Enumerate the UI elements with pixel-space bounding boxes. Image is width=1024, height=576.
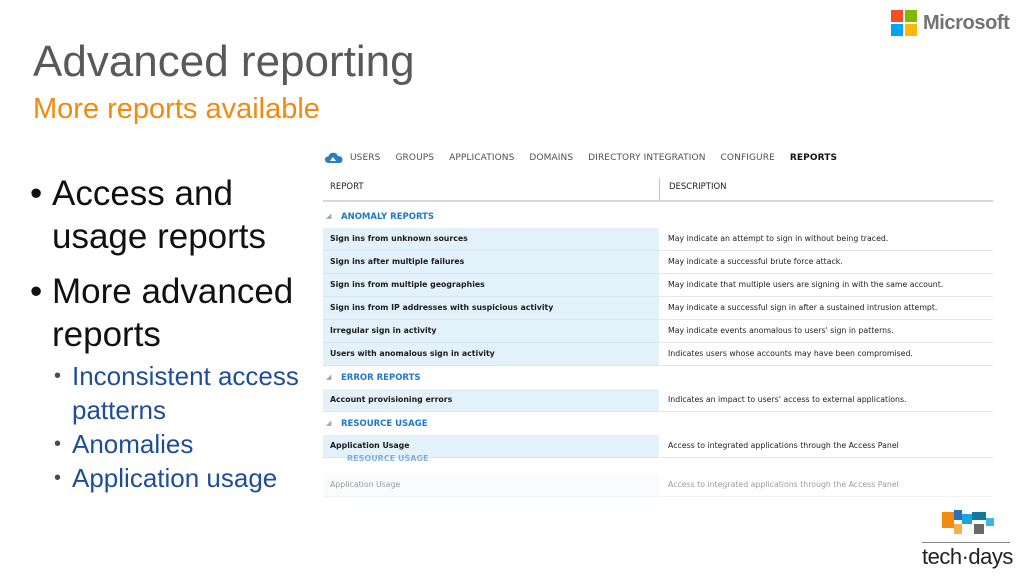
report-description: Indicates users whose accounts may have …	[668, 349, 913, 358]
sub-bullet-item: • Anomalies	[30, 427, 320, 461]
collapse-triangle-icon[interactable]: ◢	[326, 373, 331, 381]
reflection-group-label: RESOURCE USAGE	[347, 454, 429, 463]
report-description: May indicate a successful brute force at…	[668, 257, 843, 266]
sub-bullet-text: Inconsistent access patterns	[72, 361, 299, 425]
nav-applications[interactable]: APPLICATIONS	[449, 153, 514, 163]
report-description: Access to integrated applications throug…	[668, 441, 899, 450]
report-description: May indicate an attempt to sign in witho…	[668, 234, 889, 243]
report-name-cell[interactable]: Sign ins from unknown sources	[323, 228, 659, 251]
report-name: Application Usage	[330, 441, 410, 450]
bullet-dot-icon: •	[54, 467, 62, 489]
top-nav: USERS GROUPS APPLICATIONS DOMAINS DIRECT…	[320, 144, 996, 172]
report-description: May indicate a successful sign in after …	[668, 303, 938, 312]
collapse-triangle-icon[interactable]: ◢	[326, 212, 331, 220]
report-description-cell: Indicates users whose accounts may have …	[660, 343, 993, 366]
report-name-cell[interactable]: Sign ins from multiple geographies	[323, 274, 659, 297]
report-description: Indicates an impact to users' access to …	[668, 395, 907, 404]
column-header-description[interactable]: DESCRIPTION	[669, 182, 727, 192]
logo-divider	[922, 542, 1010, 543]
report-description: May indicate events anomalous to users' …	[668, 326, 894, 335]
report-group-label: ERROR REPORTS	[341, 373, 421, 383]
report-group-header[interactable]: ◢ RESOURCE USAGE	[323, 412, 993, 435]
report-group-header[interactable]: ◢ ANOMALY REPORTS	[323, 205, 993, 228]
sub-bullet-text: Application usage	[72, 463, 278, 493]
azure-portal-screenshot: USERS GROUPS APPLICATIONS DOMAINS DIRECT…	[320, 144, 996, 514]
report-description-cell: May indicate a successful brute force at…	[660, 251, 993, 274]
reflection-description: Access to integrated applications throug…	[668, 480, 899, 489]
bullet-dot-icon: •	[54, 433, 62, 455]
report-row[interactable]: Sign ins from unknown sources May indicat…	[323, 228, 993, 251]
report-row[interactable]: Irregular sign in activity May indicate e…	[323, 320, 993, 343]
report-description-cell: May indicate events anomalous to users' …	[660, 320, 993, 343]
report-table: ◢ ANOMALY REPORTS Sign ins from unknown so…	[323, 205, 993, 497]
bullet-item: More advanced reports	[30, 270, 320, 356]
nav-directory-integration[interactable]: DIRECTORY INTEGRATION	[588, 153, 705, 163]
report-name: Sign ins from unknown sources	[330, 234, 468, 243]
report-row[interactable]: Sign ins after multiple failures May indi…	[323, 251, 993, 274]
tech-days-graphic-icon	[942, 510, 994, 534]
report-group-header[interactable]: ◢ ERROR REPORTS	[323, 366, 993, 389]
report-description-cell: May indicate a successful sign in after …	[660, 297, 993, 320]
report-row[interactable]: Users with anomalous sign in activity Ind…	[323, 343, 993, 366]
table-header: REPORT DESCRIPTION	[323, 178, 993, 202]
azure-ad-icon	[325, 152, 343, 163]
tech-days-logo: tech·days	[920, 506, 1013, 570]
report-row[interactable]: Account provisioning errors Indicates an …	[323, 389, 993, 412]
report-name-cell[interactable]: Sign ins from IP addresses with suspicio…	[323, 297, 659, 320]
sub-bullet-item: • Inconsistent access patterns	[30, 359, 320, 427]
report-name: Sign ins after multiple failures	[330, 257, 465, 266]
reflection-description-cell: Access to integrated applications throug…	[660, 474, 993, 497]
slide-subtitle: More reports available	[33, 93, 320, 125]
sub-bullet-item: • Application usage	[30, 461, 320, 495]
report-row[interactable]: Sign ins from multiple geographies May in…	[323, 274, 993, 297]
bullet-list: Access and usage reports More advanced r…	[30, 172, 320, 495]
tech-days-wordmark: tech·days	[922, 544, 1013, 569]
collapse-triangle-icon[interactable]: ◢	[326, 419, 331, 427]
reflection-report-cell: Application Usage	[323, 474, 659, 497]
microsoft-wordmark: Microsoft	[923, 11, 1010, 34]
reflection-report-name: Application Usage	[330, 480, 401, 489]
report-row[interactable]: Sign ins from IP addresses with suspicio…	[323, 297, 993, 320]
slide-title: Advanced reporting	[33, 37, 415, 86]
sub-bullet-list: • Inconsistent access patterns • Anomalies…	[30, 359, 320, 495]
bullet-item: Access and usage reports	[30, 172, 320, 258]
report-name: Sign ins from IP addresses with suspicio…	[330, 303, 554, 312]
microsoft-logo: Microsoft	[891, 9, 1010, 37]
report-name: Users with anomalous sign in activity	[330, 349, 495, 358]
bullet-dot-icon: •	[54, 365, 62, 387]
report-group-label: RESOURCE USAGE	[341, 419, 428, 429]
microsoft-squares-icon	[891, 10, 917, 36]
nav-configure[interactable]: CONFIGURE	[721, 153, 775, 163]
report-name: Sign ins from multiple geographies	[330, 280, 485, 289]
report-name-cell[interactable]: Account provisioning errors	[323, 389, 659, 412]
report-description-cell: Indicates an impact to users' access to …	[660, 389, 993, 412]
column-header-report[interactable]: REPORT	[330, 182, 364, 192]
report-name-cell[interactable]: Sign ins after multiple failures	[323, 251, 659, 274]
nav-users[interactable]: USERS	[350, 153, 380, 163]
report-description: May indicate that multiple users are sig…	[668, 280, 944, 289]
report-group-label: ANOMALY REPORTS	[341, 212, 435, 222]
sub-bullet-text: Anomalies	[72, 429, 194, 459]
report-name: Irregular sign in activity	[330, 326, 437, 335]
report-name-cell[interactable]: Irregular sign in activity	[323, 320, 659, 343]
report-name: Account provisioning errors	[330, 395, 453, 404]
report-description-cell: May indicate an attempt to sign in witho…	[660, 228, 993, 251]
column-divider	[659, 178, 660, 200]
nav-reports[interactable]: REPORTS	[790, 153, 837, 163]
reflection-row: Application Usage Access to integrated ap…	[323, 474, 993, 497]
report-description-cell: May indicate that multiple users are sig…	[660, 274, 993, 297]
nav-groups[interactable]: GROUPS	[395, 153, 434, 163]
nav-domains[interactable]: DOMAINS	[529, 153, 573, 163]
report-name-cell[interactable]: Users with anomalous sign in activity	[323, 343, 659, 366]
